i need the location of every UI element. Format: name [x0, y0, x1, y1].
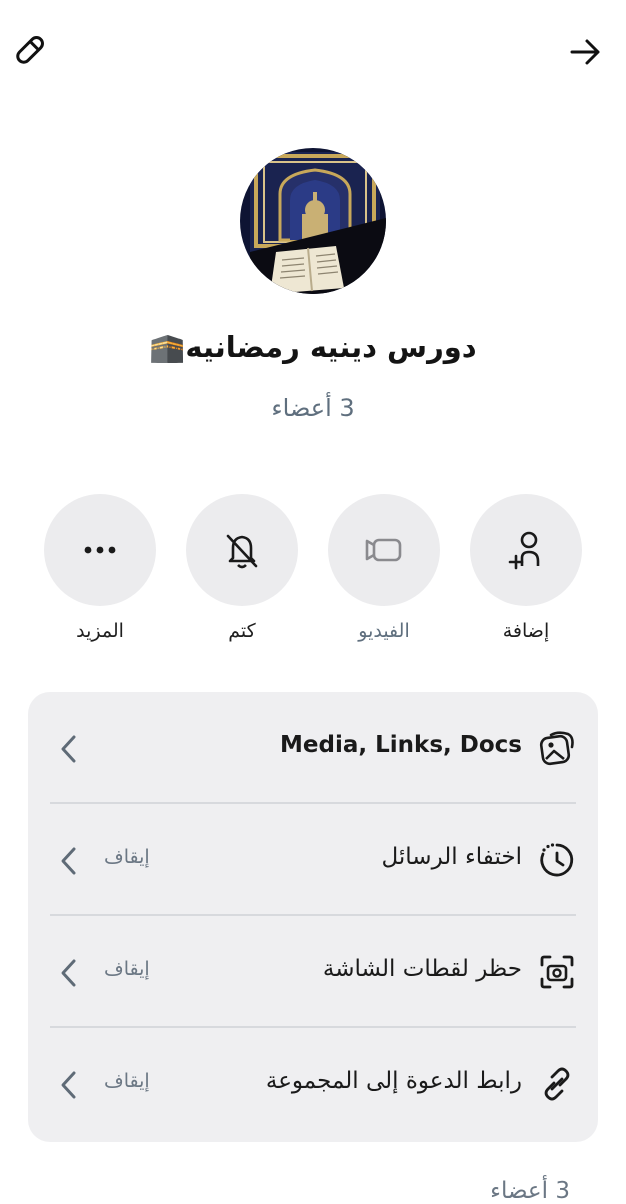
settings-card: Media, Links, Docs اختفاء الرسائل إيقاف … [28, 692, 598, 1142]
forward-button[interactable] [564, 30, 608, 74]
block-screenshots-value: إيقاف [104, 958, 150, 980]
action-buttons: إضافة الفيديو كتم المزيد [0, 494, 626, 654]
add-person-icon [508, 531, 540, 570]
edit-button[interactable] [6, 30, 50, 74]
chevron-left-icon [61, 735, 76, 763]
media-links-docs-row[interactable]: Media, Links, Docs [28, 692, 598, 804]
disappearing-messages-label: اختفاء الرسائل [381, 844, 522, 870]
link-icon [544, 1067, 570, 1101]
add-member-button[interactable]: إضافة [470, 494, 582, 642]
invite-link-value: إيقاف [104, 1070, 150, 1092]
pencil-icon [16, 36, 44, 64]
mute-label: كتم [228, 620, 256, 642]
prayer-rug-image [240, 148, 386, 294]
members-section-title: 3 أعضاء [490, 1178, 570, 1204]
bell-slash-icon [226, 534, 258, 569]
mute-button[interactable]: كتم [186, 494, 298, 642]
disappearing-messages-row[interactable]: اختفاء الرسائل إيقاف [28, 804, 598, 916]
group-name: دورس دينيه رمضانيه🕋 [149, 330, 477, 364]
member-count[interactable]: 3 أعضاء [0, 394, 626, 422]
more-button[interactable]: المزيد [44, 494, 156, 642]
chevron-left-icon [61, 847, 76, 875]
chevron-left-icon [61, 959, 76, 987]
screenshot-icon [540, 955, 574, 989]
chevron-left-icon [61, 1071, 76, 1099]
video-button[interactable]: الفيديو [328, 494, 440, 642]
add-member-label: إضافة [502, 620, 550, 642]
block-screenshots-label: حظر لقطات الشاشة [322, 956, 522, 982]
timer-icon [540, 843, 574, 877]
invite-link-label: رابط الدعوة إلى المجموعة [265, 1068, 522, 1094]
arrow-right-icon [570, 39, 600, 65]
video-label: الفيديو [358, 620, 410, 642]
block-screenshots-row[interactable]: حظر لقطات الشاشة إيقاف [28, 916, 598, 1028]
media-icon [539, 731, 574, 766]
more-label: المزيد [76, 620, 124, 642]
invite-link-row[interactable]: رابط الدعوة إلى المجموعة إيقاف [28, 1028, 598, 1140]
disappearing-messages-value: إيقاف [104, 846, 150, 868]
media-links-docs-label: Media, Links, Docs [280, 732, 522, 758]
more-dots-icon [84, 546, 116, 554]
group-avatar[interactable] [240, 148, 386, 294]
video-icon [365, 538, 402, 562]
